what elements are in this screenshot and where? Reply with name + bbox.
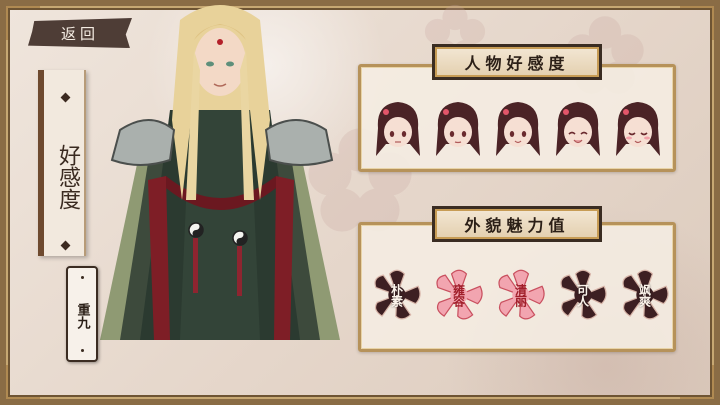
character-name: 重九 — [74, 303, 90, 329]
charm-attribute[interactable]: 飒爽 — [614, 264, 676, 326]
name-tag-dot-icon — [81, 276, 84, 279]
charm-attribute-label: 朴素 — [389, 284, 404, 306]
charm-attribute-label: 清丽 — [513, 284, 528, 306]
charm-attribute-list: 朴素 雍容 清丽 可人 飒爽 — [366, 264, 669, 330]
charm-attribute-label: 雍容 — [451, 284, 466, 306]
charm-attribute-label: 飒爽 — [637, 284, 652, 306]
affection-face-icon — [376, 102, 420, 156]
banner-dot-icon — [60, 92, 71, 103]
affection-face-icon — [556, 102, 600, 156]
character-name-tag: 重九 — [66, 266, 98, 362]
affection-face-icon — [436, 102, 480, 156]
frame-corner — [680, 6, 714, 40]
charm-attribute[interactable]: 雍容 — [428, 264, 490, 326]
affection-face-icon — [616, 102, 660, 156]
charm-panel-title: 外貌魅力值 — [432, 206, 602, 242]
frame-corner — [6, 365, 40, 399]
affection-side-banner: 好感度 — [38, 70, 86, 256]
banner-title: 好感度 — [55, 144, 80, 210]
affection-face-list — [372, 98, 664, 162]
name-tag-dot-icon — [81, 349, 84, 352]
affection-face-icon — [496, 102, 540, 156]
affection-panel-title: 人物好感度 — [432, 44, 602, 80]
charm-attribute[interactable]: 可人 — [552, 264, 614, 326]
banner-dot-icon — [60, 240, 71, 251]
charm-attribute[interactable]: 清丽 — [490, 264, 552, 326]
charm-attribute-label: 可人 — [575, 284, 590, 306]
charm-attribute[interactable]: 朴素 — [366, 264, 428, 326]
character-portrait — [100, 5, 340, 340]
back-button-label: 返回 — [60, 24, 99, 43]
frame-corner — [680, 365, 714, 399]
